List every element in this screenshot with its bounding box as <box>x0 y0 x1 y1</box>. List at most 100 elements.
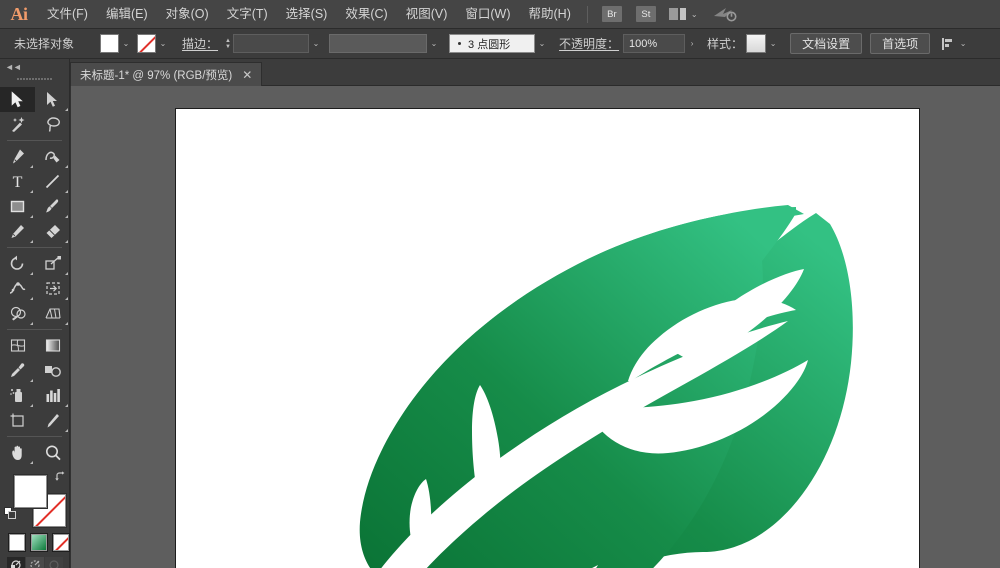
graphic-style-swatch[interactable] <box>746 34 766 53</box>
stroke-color-swatch[interactable] <box>137 34 156 53</box>
leaf-logo[interactable] <box>176 109 921 568</box>
type-tool[interactable]: T <box>0 169 35 194</box>
pencil-tool[interactable] <box>0 219 35 244</box>
selection-tool[interactable] <box>0 87 35 112</box>
align-dropdown-icon[interactable]: ⌄ <box>956 34 970 53</box>
workspace-icon <box>669 8 686 20</box>
canvas-workspace[interactable] <box>71 86 1000 568</box>
menu-effect[interactable]: 效果(C) <box>336 0 396 29</box>
scale-tool[interactable] <box>35 251 70 276</box>
menu-help[interactable]: 帮助(H) <box>520 0 580 29</box>
tool-flyout-indicator <box>65 108 68 111</box>
rotate-tool[interactable] <box>0 251 35 276</box>
tool-flyout-indicator <box>65 322 68 325</box>
workspace-switcher[interactable]: ⌄ <box>669 8 698 20</box>
none-swatch[interactable] <box>53 534 69 551</box>
stroke-profile-dropdown-icon[interactable]: ⌄ <box>427 34 441 53</box>
menu-object[interactable]: 对象(O) <box>157 0 218 29</box>
rectangle-tool[interactable] <box>0 194 35 219</box>
align-icon[interactable] <box>940 36 956 52</box>
mesh-tool[interactable] <box>0 333 35 358</box>
tool-flyout-indicator <box>65 190 68 193</box>
brush-definition-dropdown-icon[interactable]: ⌄ <box>535 34 549 53</box>
tool-flyout-indicator <box>65 240 68 243</box>
fill-color-swatch[interactable] <box>100 34 119 53</box>
eraser-tool[interactable] <box>35 219 70 244</box>
draw-normal-mode[interactable] <box>7 557 25 568</box>
style-dropdown-icon[interactable]: ⌄ <box>766 34 780 53</box>
opacity-label: 不透明度： <box>559 35 619 52</box>
tool-flyout-indicator <box>30 297 33 300</box>
default-fill-stroke-icon[interactable] <box>4 507 17 520</box>
tool-flyout-indicator <box>30 461 33 464</box>
fill-swatch-dropdown-icon[interactable]: ⌄ <box>119 34 133 53</box>
gradient-swatch[interactable] <box>31 534 47 551</box>
close-icon[interactable]: ✕ <box>242 69 252 81</box>
brush-definition-label: 3 点圆形 <box>468 36 510 52</box>
draw-behind-mode[interactable] <box>26 557 44 568</box>
direct-selection-tool[interactable] <box>35 87 70 112</box>
artboard[interactable] <box>175 108 920 568</box>
free-transform-tool[interactable] <box>35 276 70 301</box>
magic-wand-tool[interactable] <box>0 112 35 137</box>
pen-tool[interactable] <box>0 144 35 169</box>
tool-flyout-indicator <box>65 429 68 432</box>
column-graph-tool[interactable] <box>35 383 70 408</box>
lasso-tool[interactable] <box>35 112 70 137</box>
draw-inside-mode[interactable] <box>45 557 63 568</box>
menu-edit[interactable]: 编辑(E) <box>97 0 157 29</box>
gradient-tool[interactable] <box>35 333 70 358</box>
stroke-weight-input[interactable] <box>233 34 309 53</box>
svg-text:T: T <box>13 174 23 190</box>
width-tool[interactable] <box>0 276 35 301</box>
illustrator-window: Ai 文件(F) 编辑(E) 对象(O) 文字(T) 选择(S) 效果(C) 视… <box>0 0 1000 568</box>
style-label: 样式： <box>707 35 743 52</box>
hand-tool[interactable] <box>0 440 35 465</box>
search-icon[interactable] <box>712 4 738 25</box>
menu-view[interactable]: 视图(V) <box>397 0 457 29</box>
bridge-badge-button[interactable]: Br <box>602 6 622 22</box>
shape-builder-tool[interactable] <box>0 301 35 326</box>
symbol-sprayer-tool[interactable] <box>0 383 35 408</box>
perspective-grid-tool[interactable] <box>35 301 70 326</box>
eyedropper-tool[interactable] <box>0 358 35 383</box>
color-swatch-white[interactable] <box>9 534 25 551</box>
menu-file[interactable]: 文件(F) <box>38 0 97 29</box>
tools-panel-collapse-icon[interactable]: ◄◄ <box>0 59 69 74</box>
document-tab-bar: 未标题-1* @ 97% (RGB/预览) ✕ <box>0 59 1000 86</box>
brush-definition-field[interactable]: 3 点圆形 <box>449 34 535 53</box>
tool-flyout-indicator <box>30 215 33 218</box>
blend-tool[interactable] <box>35 358 70 383</box>
line-segment-tool[interactable] <box>35 169 70 194</box>
selection-status-label: 未选择对象 <box>14 35 74 52</box>
tool-group-navigation <box>0 440 69 465</box>
tool-flyout-indicator <box>30 240 33 243</box>
stroke-profile-field[interactable] <box>329 34 427 53</box>
document-setup-button[interactable]: 文档设置 <box>790 33 862 54</box>
stroke-weight-dropdown-icon[interactable]: ⌄ <box>309 34 323 53</box>
tool-divider <box>7 247 62 248</box>
menu-window[interactable]: 窗口(W) <box>456 0 519 29</box>
tool-divider <box>7 329 62 330</box>
menu-type[interactable]: 文字(T) <box>218 0 277 29</box>
swap-fill-stroke-icon[interactable] <box>54 471 66 483</box>
tool-flyout-indicator <box>30 404 33 407</box>
draw-mode-row <box>0 551 69 568</box>
slice-tool[interactable] <box>35 408 70 433</box>
opacity-expand-icon[interactable]: › <box>685 34 699 53</box>
artboard-tool[interactable] <box>0 408 35 433</box>
tool-divider <box>7 436 62 437</box>
curvature-tool[interactable] <box>35 144 70 169</box>
paintbrush-tool[interactable] <box>35 194 70 219</box>
document-tab[interactable]: 未标题-1* @ 97% (RGB/预览) ✕ <box>70 62 262 86</box>
fill-color-indicator[interactable] <box>14 475 47 508</box>
stroke-weight-stepper[interactable]: ▲▼ <box>223 34 233 53</box>
opacity-input[interactable]: 100% <box>623 34 685 53</box>
stock-badge-button[interactable]: St <box>636 6 656 22</box>
menu-separator <box>587 6 588 23</box>
menu-select[interactable]: 选择(S) <box>277 0 337 29</box>
tools-panel-grip[interactable] <box>10 74 59 83</box>
stroke-swatch-dropdown-icon[interactable]: ⌄ <box>156 34 170 53</box>
preferences-button[interactable]: 首选项 <box>870 33 930 54</box>
zoom-tool[interactable] <box>35 440 70 465</box>
